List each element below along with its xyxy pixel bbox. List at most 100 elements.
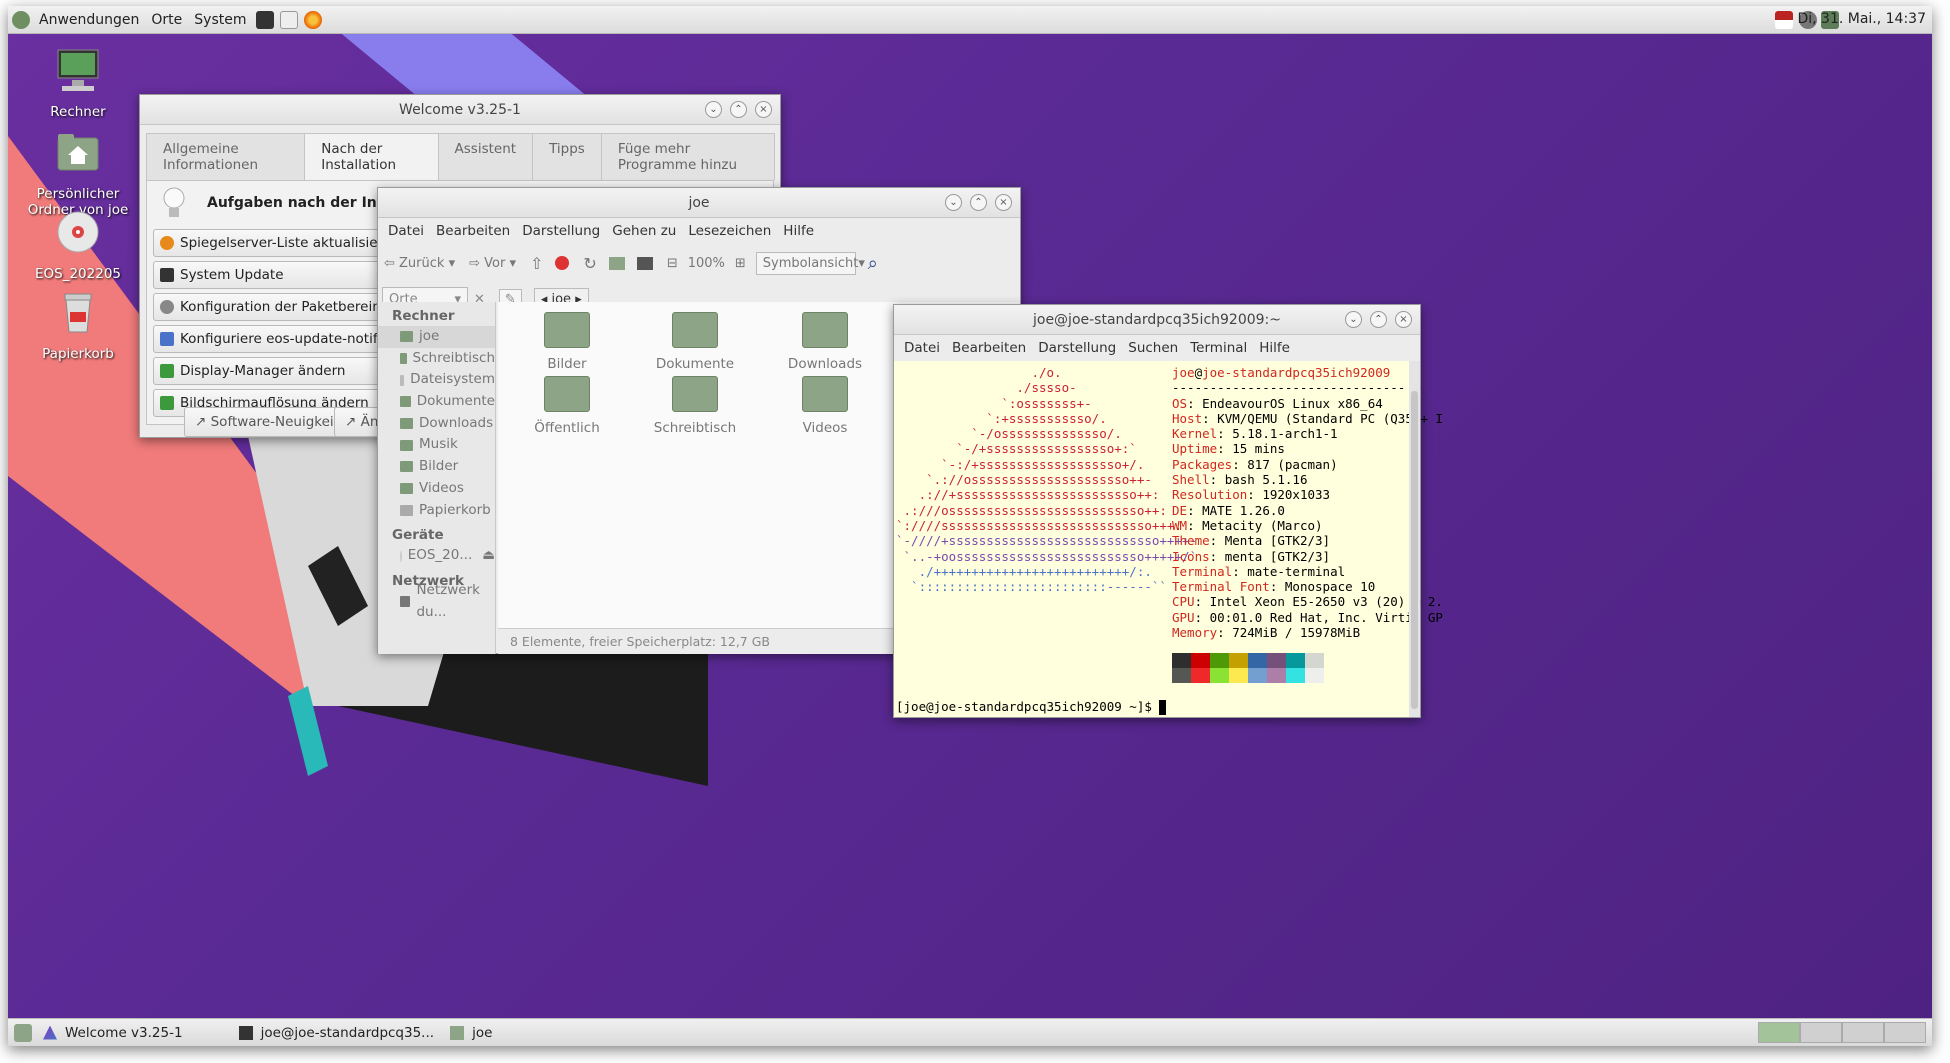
sidebar-item-filesystem[interactable]: Dateisystem [378,369,495,391]
forward-button[interactable]: ⇨ Vor ▾ [469,256,516,271]
back-button[interactable]: ⇦ Zurück ▾ [384,256,455,271]
menu-help[interactable]: Hilfe [777,223,820,239]
eject-icon[interactable]: ⏏ [482,545,495,567]
firefox-launcher-icon[interactable] [303,10,322,29]
sidebar-item-videos[interactable]: Videos [378,478,495,500]
file-manager-titlebar[interactable]: joe ⌄ ⌃ × [378,188,1020,218]
view-mode-select[interactable]: Symbolansicht ▾ [755,251,865,275]
folder-desktop[interactable]: Schreibtisch [630,376,760,436]
palette-swatch [1248,653,1267,668]
palette-swatch [1248,668,1267,683]
home-icon[interactable] [608,256,625,270]
optical-disc-icon [57,211,99,253]
folder-downloads[interactable]: Downloads [760,312,890,372]
folder-videos[interactable]: Videos [760,376,890,436]
maximize-button[interactable]: ⌃ [730,101,747,118]
clock[interactable]: Di, 31. Mai., 14:37 [1797,11,1926,27]
menu-system[interactable]: System [188,12,252,28]
terminal-menubar: Datei Bearbeiten Darstellung Suchen Term… [894,335,1420,361]
sidebar-item-documents[interactable]: Dokumente [378,391,495,413]
document-folder-icon [672,312,718,348]
terminal-launcher-icon[interactable] [255,10,274,29]
search-icon[interactable]: ⌕ [868,253,878,274]
sidebar-item-network[interactable]: Netzwerk du... [378,582,495,620]
folder-icon [400,483,413,495]
folder-documents[interactable]: Dokumente [630,312,760,372]
workspace-1[interactable] [1758,1022,1800,1043]
terminal-scrollbar[interactable] [1409,361,1420,717]
arrow-right-icon: ⇨ [469,255,485,271]
tab-assistant[interactable]: Assistent [437,133,534,180]
close-button[interactable]: × [995,194,1012,211]
desktop-icon-home[interactable]: Persönlicher Ordner von joe [18,126,138,218]
menu-applications[interactable]: Anwendungen [33,12,145,28]
maximize-button[interactable]: ⌃ [1370,311,1387,328]
computer-icon[interactable] [636,256,653,270]
tab-tips[interactable]: Tipps [532,133,602,180]
menu-help[interactable]: Hilfe [1253,340,1296,356]
tab-general-info[interactable]: Allgemeine Informationen [146,133,306,180]
sidebar-item-pictures[interactable]: Bilder [378,456,495,478]
zoom-in-icon[interactable]: ⊞ [735,256,746,271]
menu-file[interactable]: Datei [382,223,430,239]
menu-terminal[interactable]: Terminal [1184,340,1253,356]
menu-view[interactable]: Darstellung [516,223,606,239]
sidebar-item-trash[interactable]: Papierkorb [378,500,495,522]
welcome-titlebar[interactable]: Welcome v3.25-1 ⌄ ⌃ × [140,95,780,125]
menu-file[interactable]: Datei [898,340,946,356]
system-info: joe@joe-standardpcq35ich92009 ----------… [1172,365,1443,641]
desktop-icon-label: Rechner [50,104,106,120]
menu-search[interactable]: Suchen [1122,340,1184,356]
task-terminal[interactable]: joe@joe-standardpcq35... [231,1021,443,1045]
task-welcome[interactable]: Welcome v3.25-1 [35,1021,191,1045]
sidebar-item-downloads[interactable]: Downloads [378,413,495,435]
download-folder-icon [802,312,848,348]
workspace-4[interactable] [1884,1022,1926,1043]
terminal-output[interactable]: ./o. ./sssso- `:osssssss+- `:+ssssssssss… [894,361,1443,717]
terminal-titlebar[interactable]: joe@joe-standardpcq35ich92009:~ ⌄ ⌃ × [894,305,1420,335]
arrow-left-icon: ⇦ [384,255,400,271]
distro-logo-icon [12,10,30,29]
desktop-icon-disc[interactable]: EOS_202205 [18,206,138,282]
stop-icon[interactable] [555,256,570,270]
folder-icon [400,439,413,451]
flag-icon[interactable] [1775,11,1793,29]
menu-go[interactable]: Gehen zu [606,223,682,239]
close-button[interactable]: × [755,101,772,118]
shell-prompt[interactable]: [joe@joe-standardpcq35ich92009 ~]$ [896,699,1167,715]
desktop-icon-computer[interactable]: Rechner [18,44,138,120]
menu-edit[interactable]: Bearbeiten [430,223,516,239]
sidebar-item-eos[interactable]: EOS_20... ⏏ [378,545,495,567]
menu-edit[interactable]: Bearbeiten [946,340,1032,356]
tab-add-programs[interactable]: Füge mehr Programme hinzu [600,133,775,180]
minimize-button[interactable]: ⌄ [705,101,722,118]
minimize-button[interactable]: ⌄ [1345,311,1362,328]
terminal-icon [160,268,174,282]
reload-icon[interactable]: ↻ [583,254,596,273]
menu-view[interactable]: Darstellung [1032,340,1122,356]
menu-places[interactable]: Orte [145,12,188,28]
minimize-button[interactable]: ⌄ [945,194,962,211]
close-button[interactable]: × [1395,311,1412,328]
drive-icon [400,374,405,386]
workspace-2[interactable] [1800,1022,1842,1043]
folder-public[interactable]: Öffentlich [502,376,632,436]
task-file-manager[interactable]: joe [442,1021,500,1045]
sidebar-item-desktop[interactable]: Schreibtisch [378,348,495,370]
zoom-out-icon[interactable]: ⊟ [667,256,678,271]
tab-after-install[interactable]: Nach der Installation [304,133,439,180]
sidebar-item-joe[interactable]: joe [378,326,495,348]
lightbulb-icon [163,187,185,217]
maximize-button[interactable]: ⌃ [970,194,987,211]
up-icon[interactable]: ⇧ [530,254,543,273]
folder-icon [400,396,411,408]
folder-pictures[interactable]: Bilder [502,312,632,372]
scrollbar-thumb[interactable] [1411,391,1418,709]
text-editor-launcher-icon[interactable] [279,10,298,29]
workspace-3[interactable] [1842,1022,1884,1043]
show-desktop-icon[interactable] [14,1023,32,1042]
sidebar-item-music[interactable]: Musik [378,434,495,456]
menu-bookmarks[interactable]: Lesezeichen [682,223,777,239]
palette-swatch [1229,668,1248,683]
desktop-icon-trash[interactable]: Papierkorb [18,286,138,362]
